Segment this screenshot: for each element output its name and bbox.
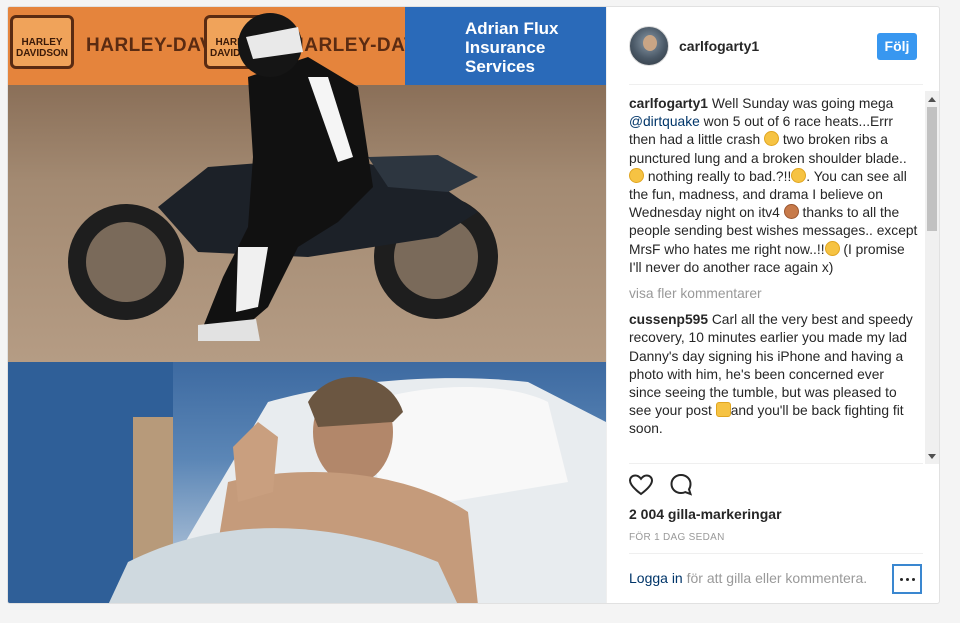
header-username[interactable]: carlfogarty1 (679, 38, 759, 54)
divider (629, 84, 923, 85)
comments-list[interactable]: carlfogarty1 Well Sunday was going mega … (629, 95, 919, 462)
grin-emoji-icon (791, 167, 807, 183)
caption: carlfogarty1 Well Sunday was going mega … (629, 96, 918, 275)
comment: cussenp595 Carl all the very best and sp… (629, 312, 913, 437)
smile-emoji-icon (764, 131, 779, 147)
more-options-icon[interactable] (892, 564, 922, 594)
photo-hospital-bed (8, 362, 606, 603)
post-media[interactable]: HARLEY DAVIDSON HARLEY-DAVIDSON HARLEY D… (8, 7, 606, 603)
heart-icon[interactable] (627, 471, 655, 499)
rider-on-motorcycle (68, 13, 498, 341)
halo-emoji-icon (824, 240, 840, 256)
comment-username[interactable]: cussenp595 (629, 312, 708, 327)
mention-link[interactable]: @dirtquake (629, 114, 700, 129)
comment-icon[interactable] (667, 471, 695, 499)
scroll-down-arrow-icon[interactable] (928, 454, 936, 459)
photo-motorcycle-race: HARLEY DAVIDSON HARLEY-DAVIDSON HARLEY D… (8, 7, 606, 362)
see-no-evil-monkey-icon (783, 204, 799, 220)
post-header: carlfogarty1 Följ (607, 7, 939, 83)
divider (629, 553, 923, 554)
comments-scrollbar[interactable] (925, 91, 939, 464)
likes-count[interactable]: 2 004 gilla-markeringar (629, 506, 782, 522)
post-sidebar: carlfogarty1 Följ carlfogarty1 Well Sund… (607, 7, 939, 603)
login-prompt: Logga in för att gilla eller kommentera. (629, 570, 868, 586)
avatar[interactable] (629, 26, 669, 66)
patient-in-bed (8, 362, 606, 603)
caption-username[interactable]: carlfogarty1 (629, 96, 708, 111)
more-comments-link[interactable]: visa fler kommentarer (629, 285, 919, 303)
scroll-up-arrow-icon[interactable] (928, 97, 936, 102)
follow-button[interactable]: Följ (877, 33, 917, 60)
scrollbar-thumb[interactable] (927, 107, 937, 231)
thumbs-up-emoji-icon (715, 402, 731, 418)
grimace-emoji-icon (629, 167, 644, 183)
post-timestamp[interactable]: FÖR 1 DAG SEDAN (629, 532, 725, 543)
login-link[interactable]: Logga in (629, 570, 683, 586)
divider (629, 463, 923, 464)
post-actions (627, 471, 749, 501)
post-card: HARLEY DAVIDSON HARLEY-DAVIDSON HARLEY D… (7, 6, 940, 604)
